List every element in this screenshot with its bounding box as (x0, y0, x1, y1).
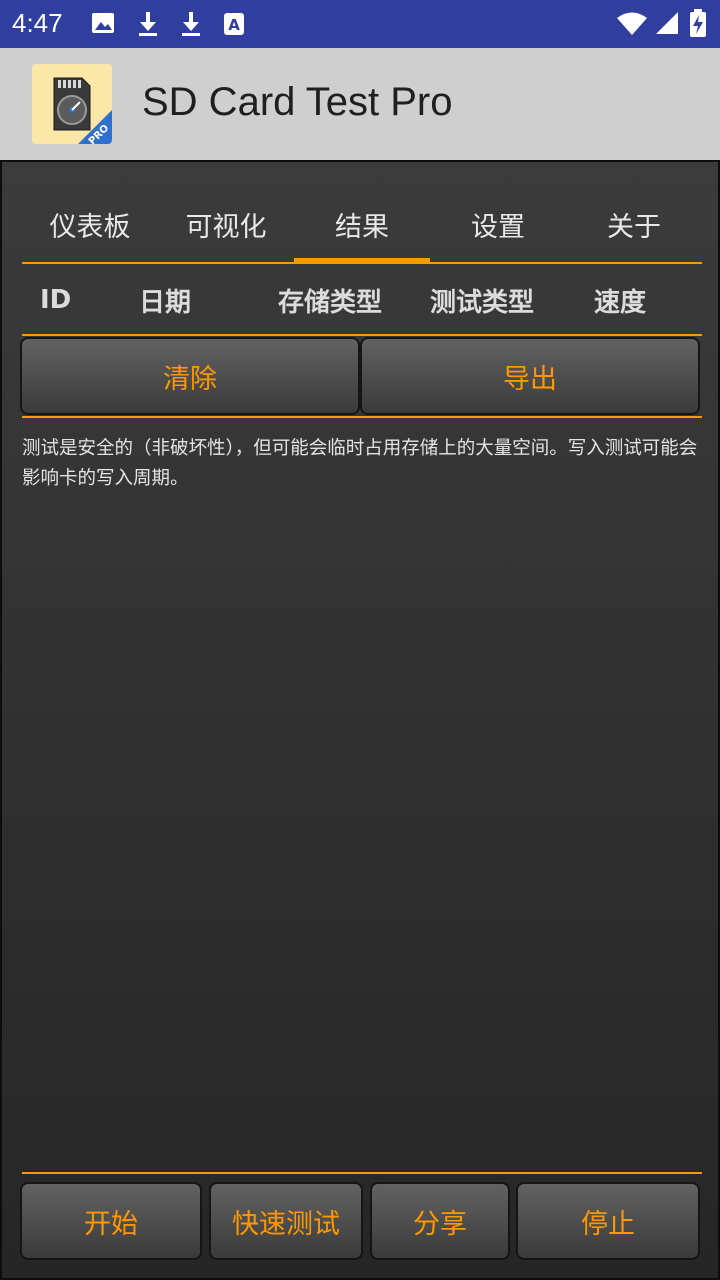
main-content: 仪表板 可视化 结果 设置 关于 ID 日期 存储类型 测试类型 速度 清除 导… (0, 160, 720, 1280)
export-button[interactable]: 导出 (360, 337, 700, 415)
sd-card-icon: PRO (53, 77, 112, 144)
wifi-icon (617, 12, 647, 35)
divider (22, 1172, 702, 1174)
image-icon (92, 13, 114, 33)
signal-icon (656, 12, 678, 34)
start-button[interactable]: 开始 (20, 1182, 202, 1260)
battery-charging-icon (690, 9, 706, 37)
tab-settings[interactable]: 设置 (430, 184, 566, 264)
a-square-icon: A (224, 13, 244, 35)
tab-results[interactable]: 结果 (294, 184, 430, 264)
tab-visualization[interactable]: 可视化 (158, 184, 294, 264)
column-header-id: ID (40, 285, 72, 315)
tab-about[interactable]: 关于 (566, 184, 702, 264)
column-header-date: 日期 (139, 287, 192, 318)
divider (22, 416, 702, 418)
download-icon (182, 12, 200, 36)
stop-button[interactable]: 停止 (516, 1182, 700, 1260)
status-time: 4:47 (12, 8, 63, 38)
svg-text:A: A (228, 16, 240, 34)
download-icon (139, 12, 157, 36)
quick-test-button[interactable]: 快速测试 (209, 1182, 363, 1260)
column-header-speed: 速度 (594, 287, 647, 318)
tab-bar: 仪表板 可视化 结果 设置 关于 (22, 184, 702, 266)
app-bar: PRO SD Card Test Pro (0, 48, 720, 160)
divider (22, 262, 702, 264)
app-title: SD Card Test Pro (142, 80, 453, 124)
status-bar: 4:47 A (0, 0, 720, 48)
divider (22, 334, 702, 336)
share-button[interactable]: 分享 (370, 1182, 510, 1260)
column-header-test-type: 测试类型 (430, 287, 535, 318)
tab-dashboard[interactable]: 仪表板 (22, 184, 158, 264)
column-header-storage-type: 存储类型 (278, 287, 383, 318)
clear-button[interactable]: 清除 (20, 337, 360, 415)
app-logo: PRO (32, 64, 112, 144)
safety-notice: 测试是安全的（非破坏性），但可能会临时占用存储上的大量空间。写入测试可能会影响卡… (22, 438, 698, 489)
